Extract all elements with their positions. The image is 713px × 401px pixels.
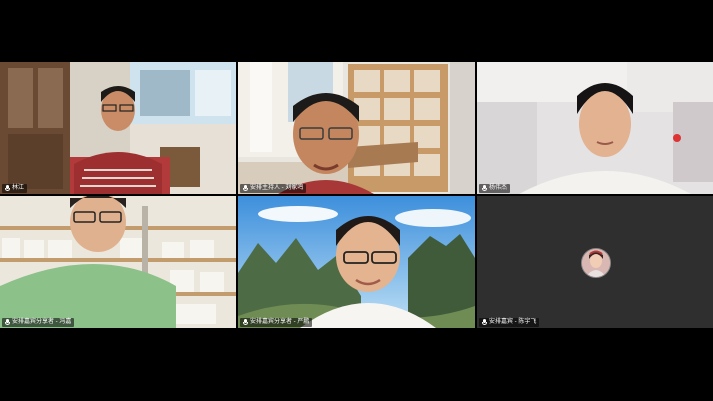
video-tile-5[interactable]: 安排嘉宾分享者 - 严鹏: [238, 196, 475, 328]
participant-name-tag-2: 安排主持人 - 刘家鸣: [240, 184, 307, 193]
video-tile-2[interactable]: 安排主持人 - 刘家鸣: [238, 62, 475, 194]
participant-name-4: 安排嘉宾分享者 - 冯嘉: [12, 319, 72, 325]
video-tile-1[interactable]: 林江: [0, 62, 236, 194]
participant-video-4: [0, 196, 236, 328]
participant-avatar: [581, 248, 611, 278]
participant-name-5: 安排嘉宾分享者 - 严鹏: [250, 319, 310, 325]
participant-name-tag-6: 安排嘉宾 - 陈宇飞: [479, 318, 540, 327]
mic-icon: [482, 185, 487, 192]
participant-name-2: 安排主持人 - 刘家鸣: [250, 185, 304, 191]
participant-name-1: 林江: [12, 185, 25, 191]
video-tile-4[interactable]: 安排嘉宾分享者 - 冯嘉: [0, 196, 236, 328]
participant-name-tag-3: 杨伟杰: [479, 184, 511, 193]
mic-icon: [5, 185, 10, 192]
participant-name-tag-1: 林江: [2, 184, 28, 193]
video-tile-3[interactable]: 杨伟杰: [477, 62, 713, 194]
participant-name-tag-4: 安排嘉宾分享者 - 冯嘉: [2, 318, 75, 327]
participant-video-3: [477, 62, 713, 194]
mic-icon: [482, 319, 487, 326]
participant-video-2: [238, 62, 475, 194]
mic-icon: [243, 319, 248, 326]
mic-icon: [243, 185, 248, 192]
participant-video-5: [238, 196, 475, 328]
participant-name-3: 杨伟杰: [489, 185, 508, 191]
participant-name-6: 安排嘉宾 - 陈宇飞: [489, 319, 537, 325]
mic-icon: [5, 319, 10, 326]
participant-name-tag-5: 安排嘉宾分享者 - 严鹏: [240, 318, 313, 327]
video-tile-6[interactable]: 安排嘉宾 - 陈宇飞: [477, 196, 713, 328]
participant-video-1: [0, 62, 236, 194]
